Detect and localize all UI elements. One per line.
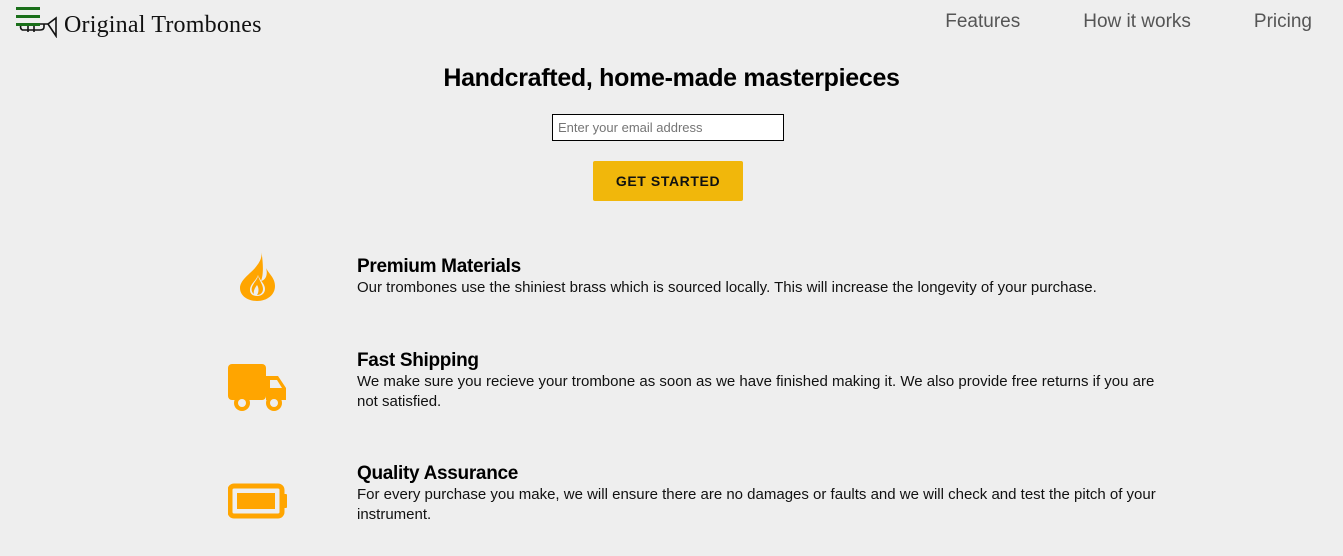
feature-description: For every purchase you make, we will ens… <box>357 486 1156 523</box>
battery-full-icon <box>228 483 287 519</box>
main-nav: Features How it works Pricing <box>945 9 1312 35</box>
feature-description: Our trombones use the shiniest brass whi… <box>357 279 1097 296</box>
fire-icon <box>240 250 275 301</box>
feature-description: We make sure you recieve your trombone a… <box>357 373 1155 410</box>
feature-title: Quality Assurance <box>357 463 519 484</box>
nav-link-how-it-works[interactable]: How it works <box>1020 9 1191 35</box>
nav-link-pricing[interactable]: Pricing <box>1191 9 1312 35</box>
email-input[interactable] <box>552 114 784 141</box>
hamburger-menu-icon[interactable] <box>16 6 42 28</box>
feature-title: Premium Materials <box>357 256 521 277</box>
feature-text: Fast Shipping We make sure you recieve y… <box>357 350 1157 412</box>
brand-title: Original Trombones <box>64 12 262 38</box>
get-started-button[interactable]: GET STARTED <box>593 161 743 201</box>
feature-title: Fast Shipping <box>357 350 479 371</box>
site-header: Original Trombones Features How it works… <box>0 0 1343 44</box>
truck-icon <box>228 364 286 411</box>
feature-text: Premium Materials Our trombones use the … <box>357 256 1157 298</box>
feature-text: Quality Assurance For every purchase you… <box>357 463 1157 525</box>
hero-title: Handcrafted, home-made masterpieces <box>443 64 900 92</box>
nav-link-features[interactable]: Features <box>945 9 1020 35</box>
